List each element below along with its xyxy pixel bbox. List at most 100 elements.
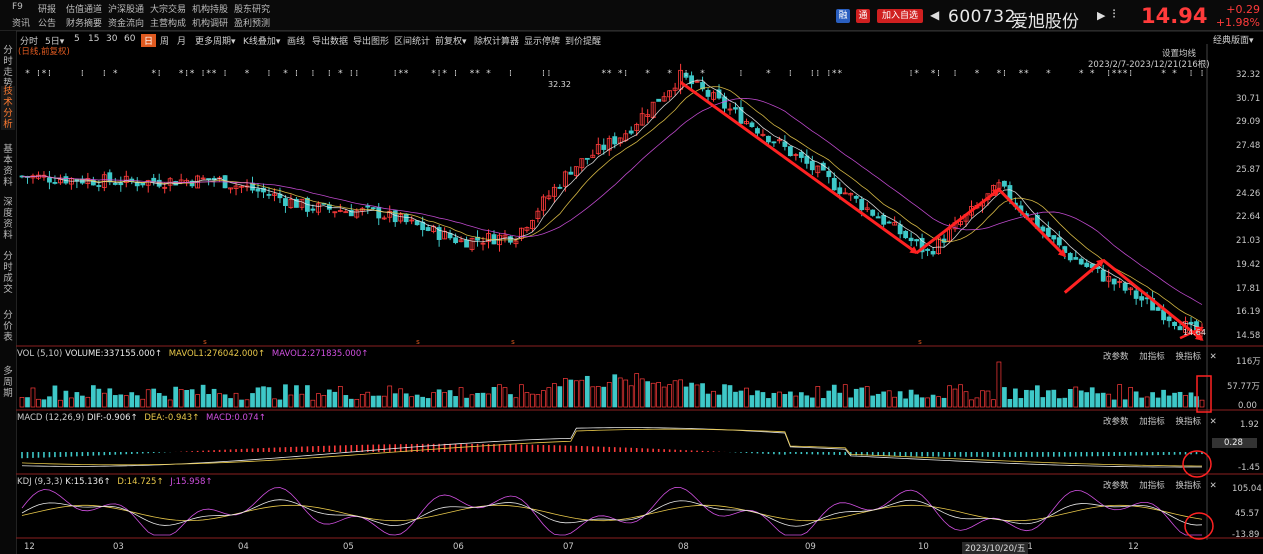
candle-body	[914, 239, 920, 242]
candle-body	[96, 185, 102, 187]
volume-bar	[134, 395, 140, 408]
macd-value: MACD:0.074↑	[206, 413, 266, 423]
kdj-edit-params-button[interactable]: 改参数	[1103, 481, 1129, 491]
event-marker: ⁞	[37, 69, 40, 79]
macd-edit-params-button[interactable]: 改参数	[1103, 417, 1129, 427]
macd-tick-top: 1.92	[1240, 420, 1259, 430]
volume-bar	[760, 392, 766, 408]
vol-switch-indicator-button[interactable]: 换指标	[1175, 352, 1201, 362]
vol-header: VOL (5,10) VOLUME:337155.000↑ MAVOL1:276…	[17, 349, 368, 359]
kdj-title: KDJ (9,3,3)	[17, 477, 63, 487]
event-marker: *	[838, 69, 843, 79]
volume-bar	[316, 393, 321, 408]
volume-bar	[853, 388, 859, 408]
event-marker: *	[832, 69, 837, 79]
volume-bar	[310, 399, 316, 408]
volume-bar	[1073, 386, 1079, 408]
kdj-switch-indicator-button[interactable]: 换指标	[1175, 481, 1201, 491]
volume-bar	[530, 393, 535, 408]
candle-body	[1062, 246, 1068, 253]
volume-bar	[612, 374, 618, 408]
event-marker: *	[1046, 69, 1051, 79]
dividend-marker: s	[918, 338, 922, 346]
candlesticks	[19, 63, 1205, 338]
trend-arrow	[1063, 258, 1105, 294]
macd-close-icon[interactable]: ✕	[1210, 417, 1217, 427]
vol-close-icon[interactable]: ✕	[1210, 352, 1217, 362]
event-marker: ⁞	[454, 69, 457, 79]
volume-bar	[859, 387, 865, 408]
volume-bar	[584, 375, 590, 408]
event-marker: *	[470, 69, 475, 79]
volume-bar	[118, 394, 124, 408]
volume-bar	[475, 392, 480, 408]
event-marker: *	[667, 69, 672, 79]
kdj-close-icon[interactable]: ✕	[1210, 481, 1217, 491]
volume-bar	[1166, 395, 1172, 408]
candle-body	[859, 199, 865, 211]
candle-body	[1067, 253, 1073, 261]
volume-bar	[914, 394, 919, 408]
vol-tick-mid: 57.77万	[1227, 382, 1260, 392]
volume-bar	[1106, 393, 1112, 408]
event-marker: ⁞	[1107, 69, 1110, 79]
volume-bar	[1002, 387, 1007, 408]
event-marker: *	[190, 69, 195, 79]
candle-body	[749, 122, 755, 127]
volume-bar	[974, 397, 980, 408]
event-marker: *	[486, 69, 491, 79]
volume-bar	[1051, 389, 1057, 408]
event-marker: ⁞	[224, 69, 227, 79]
candle-body	[1073, 257, 1079, 260]
volume-bar	[217, 393, 222, 408]
volume-bar	[101, 392, 107, 408]
price-tick: 16.19	[1236, 307, 1261, 318]
moving-averages	[21, 79, 1203, 328]
vol-volume: VOLUME:337155.000↑	[65, 349, 163, 359]
candle-body	[52, 182, 58, 184]
vol-add-indicator-button[interactable]: 加指标	[1139, 352, 1165, 362]
macd-histogram	[21, 427, 1212, 478]
candle-body	[1051, 235, 1057, 240]
event-marker: *	[618, 69, 623, 79]
event-marker: ⁞	[827, 69, 830, 79]
volume-bar	[47, 396, 52, 408]
volume-bar	[930, 394, 936, 408]
volume-bar	[639, 378, 645, 408]
volume-bar	[74, 392, 80, 408]
volume-bar	[222, 394, 228, 408]
macd-switch-indicator-button[interactable]: 换指标	[1175, 417, 1201, 427]
event-marker: *	[42, 69, 47, 79]
volume-bar	[58, 399, 63, 408]
event-marker: ⁞	[103, 69, 106, 79]
event-marker: *	[212, 69, 217, 79]
volume-bar	[590, 386, 596, 408]
price-tick: 32.32	[1236, 70, 1261, 80]
volume-bar	[941, 397, 947, 408]
candle-body	[705, 89, 711, 97]
candle-body	[908, 237, 914, 242]
vol-title: VOL (5,10)	[17, 349, 63, 359]
event-marker: *	[645, 69, 650, 79]
volume-bar	[502, 387, 508, 408]
volume-bar	[1133, 391, 1139, 408]
event-marker: ⁞	[394, 69, 397, 79]
candle-body	[1045, 227, 1051, 237]
volume-bar	[842, 384, 848, 408]
volume-bar	[85, 396, 91, 408]
volume-bar	[1128, 387, 1134, 408]
candle-body	[1133, 290, 1139, 299]
volume-bar	[777, 391, 782, 408]
kdj-buttons: 改参数 加指标 换指标 ✕	[1103, 479, 1217, 491]
vol-edit-params-button[interactable]: 改参数	[1103, 352, 1129, 362]
macd-add-indicator-button[interactable]: 加指标	[1139, 417, 1165, 427]
volume-bar	[985, 390, 991, 408]
event-marker: ⁞	[542, 69, 545, 79]
event-marker: *	[25, 69, 30, 79]
volume-bar	[458, 387, 464, 408]
candle-body	[255, 188, 261, 192]
chart-area: * ⁞ * ⁞ ⁞ ⁞ * * ⁞ * ⁞ * ⁞ * * ⁞ * ⁞ * ⁞ ⁞ ⁞ * ⁞ ⁞ ⁞ * * * ⁞ * ⁞ * * * ⁞ ⁞ ⁞ * *…	[16, 30, 1263, 540]
kdj-add-indicator-button[interactable]: 加指标	[1139, 481, 1165, 491]
volume-bar	[497, 384, 502, 408]
event-marker: *	[1024, 69, 1029, 79]
